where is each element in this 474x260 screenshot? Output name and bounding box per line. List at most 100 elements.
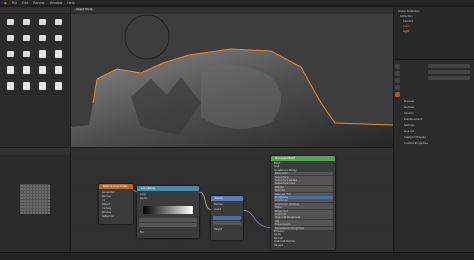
file-item[interactable] bbox=[19, 65, 33, 79]
panel-header[interactable]: Settings bbox=[404, 124, 415, 128]
file-browser: .. bbox=[0, 7, 70, 147]
file-item[interactable] bbox=[19, 49, 33, 63]
menu-edit[interactable]: Edit bbox=[22, 0, 28, 6]
folder-icon bbox=[55, 35, 62, 41]
file-item[interactable] bbox=[19, 33, 33, 47]
node-title: Bump bbox=[211, 196, 243, 201]
panel-header[interactable]: Custom Properties bbox=[404, 142, 428, 146]
material-options-field[interactable] bbox=[428, 76, 470, 80]
file-browser-header bbox=[0, 7, 70, 14]
file-icon bbox=[55, 66, 62, 74]
strength-field[interactable] bbox=[213, 216, 241, 220]
outliner-row[interactable]: Cube bbox=[403, 25, 410, 29]
file-item[interactable] bbox=[51, 81, 65, 95]
folder-icon bbox=[7, 19, 14, 25]
node-socket-label: Window bbox=[102, 211, 112, 214]
outliner: Scene Collection Collection Camera Cube … bbox=[394, 7, 474, 59]
panel-header[interactable]: Surface bbox=[404, 106, 414, 110]
file-item[interactable] bbox=[35, 17, 49, 31]
texture-coordinate-node[interactable]: Texture Coordinate Generated Normal UV O… bbox=[99, 184, 133, 224]
bsdf-input-row[interactable]: Sheen bbox=[274, 206, 333, 210]
node-title: Texture Coordinate bbox=[99, 184, 133, 189]
folder-icon bbox=[39, 19, 46, 25]
file-item[interactable] bbox=[19, 81, 33, 95]
ramp-position-field[interactable] bbox=[139, 218, 197, 222]
folder-icon bbox=[55, 19, 62, 25]
file-icon bbox=[39, 82, 46, 90]
file-item[interactable] bbox=[51, 17, 65, 31]
scene-tab-icon[interactable] bbox=[395, 78, 400, 83]
shader-node-editor[interactable]: Texture Coordinate Generated Normal UV O… bbox=[71, 148, 393, 252]
file-item[interactable] bbox=[35, 65, 49, 79]
file-item[interactable] bbox=[35, 81, 49, 95]
material-slot-field[interactable] bbox=[428, 64, 470, 68]
color-ramp-gradient[interactable] bbox=[143, 206, 193, 214]
panel-header[interactable]: Line Art bbox=[404, 130, 414, 134]
distance-field[interactable] bbox=[213, 221, 241, 225]
file-item[interactable] bbox=[35, 33, 49, 47]
folder-icon bbox=[23, 51, 30, 57]
panel-header[interactable]: Displacement bbox=[404, 118, 422, 122]
file-item[interactable] bbox=[51, 33, 65, 47]
bsdf-input-row[interactable]: Tangent bbox=[274, 244, 332, 247]
file-item[interactable] bbox=[51, 65, 65, 79]
brush-circle bbox=[124, 14, 170, 60]
file-label: .. bbox=[9, 27, 11, 30]
ramp-color-field[interactable] bbox=[139, 223, 197, 227]
folder-icon bbox=[7, 35, 14, 41]
bsdf-input-row[interactable]: Subsurface Color bbox=[274, 182, 333, 186]
file-icon bbox=[55, 82, 62, 90]
node-socket-label: UV bbox=[102, 199, 106, 202]
file-item[interactable] bbox=[3, 33, 17, 47]
render-tab-icon[interactable] bbox=[395, 64, 400, 69]
bsdf-input-row[interactable]: Specular bbox=[274, 189, 333, 193]
blender-logo-icon[interactable]: ◉ bbox=[4, 0, 7, 6]
file-icon bbox=[23, 66, 30, 74]
texture-preview[interactable] bbox=[20, 184, 50, 214]
outliner-row[interactable]: Light bbox=[403, 30, 409, 34]
bsdf-input-row[interactable]: Base Color bbox=[274, 172, 333, 176]
folder-icon bbox=[23, 19, 30, 25]
file-icon bbox=[39, 66, 46, 74]
bsdf-input-row[interactable]: Transmission bbox=[274, 223, 333, 227]
file-item[interactable] bbox=[35, 49, 49, 63]
menu-file[interactable]: File bbox=[12, 0, 17, 6]
file-item[interactable] bbox=[3, 49, 17, 63]
panel-header[interactable]: Volume bbox=[404, 112, 414, 116]
bsdf-input-row[interactable]: Anisotropic bbox=[274, 199, 333, 203]
node-socket-label: Normal bbox=[214, 203, 223, 206]
file-item[interactable] bbox=[3, 65, 17, 79]
folder-icon bbox=[7, 51, 14, 57]
bsdf-input-row[interactable]: Clearcoat Roughness bbox=[274, 216, 333, 220]
principled-bsdf-node[interactable]: Principled BSDF BSDF GGX Christensen-Burle… bbox=[271, 156, 335, 250]
panel-header[interactable]: Viewport Display bbox=[404, 136, 426, 140]
file-item[interactable] bbox=[51, 49, 65, 63]
status-bar bbox=[0, 252, 474, 260]
file-item[interactable] bbox=[19, 17, 33, 31]
file-icon bbox=[23, 82, 30, 90]
menu-render[interactable]: Render bbox=[33, 0, 44, 6]
node-title: ColorRamp bbox=[137, 186, 199, 191]
file-item[interactable] bbox=[3, 81, 17, 95]
file-icon bbox=[55, 50, 62, 58]
file-icon bbox=[7, 82, 14, 90]
material-tab-icon[interactable] bbox=[395, 92, 400, 97]
file-icon bbox=[7, 66, 14, 74]
panel-header[interactable]: Preview bbox=[404, 100, 414, 104]
material-name-field[interactable] bbox=[428, 70, 470, 74]
output-tab-icon[interactable] bbox=[395, 71, 400, 76]
outliner-row[interactable]: Collection bbox=[400, 15, 413, 19]
top-menu-bar: ◉ File Edit Render Window Help bbox=[0, 0, 474, 6]
folder-icon bbox=[39, 35, 46, 41]
properties-editor: Preview Surface Volume Displacement Sett… bbox=[394, 60, 474, 260]
bump-node[interactable]: Bump Normal Invert Height bbox=[211, 196, 243, 240]
outliner-row[interactable]: Camera bbox=[403, 20, 413, 24]
file-item[interactable]: .. bbox=[3, 17, 17, 31]
menu-help[interactable]: Help bbox=[67, 0, 74, 6]
colorramp-node[interactable]: ColorRamp Color Alpha Fac bbox=[137, 186, 199, 238]
node-socket-label: Invert bbox=[214, 208, 222, 211]
menu-window[interactable]: Window bbox=[50, 0, 63, 6]
object-tab-icon[interactable] bbox=[395, 85, 400, 90]
outliner-row[interactable]: Scene Collection bbox=[398, 10, 420, 14]
3d-viewport[interactable]: Object Mode bbox=[71, 7, 393, 147]
